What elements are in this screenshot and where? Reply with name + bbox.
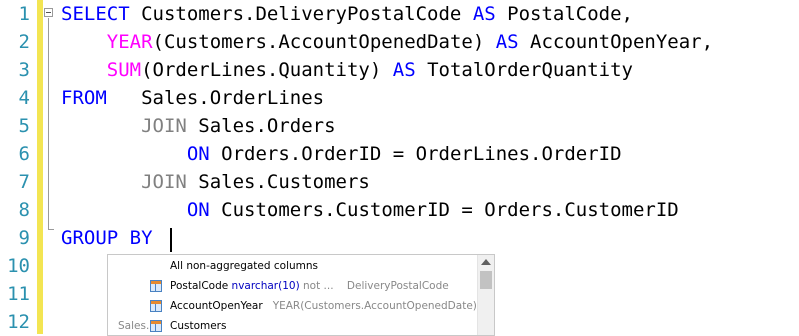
outline-guide: [48, 18, 49, 230]
scroll-thumb[interactable]: [480, 271, 492, 289]
intellisense-item-text: PostalCode nvarchar(10) not ... Delivery…: [170, 276, 449, 296]
code-token: FROM: [61, 87, 142, 109]
line-number: 12: [7, 311, 30, 333]
code-token: AccountOpenYear,: [530, 31, 714, 53]
code-line[interactable]: JOIN Sales.Orders: [61, 112, 336, 140]
item-description: YEAR(Customers.AccountOpenedDate): [272, 300, 477, 312]
intellisense-item-postalcode[interactable]: PostalCode nvarchar(10) not ... Delivery…: [108, 276, 476, 296]
code-token: Sales.Orders: [198, 115, 336, 137]
collapse-region-icon[interactable]: [44, 8, 53, 17]
change-tracking-bar: [37, 0, 43, 334]
code-token: JOIN: [141, 115, 199, 137]
code-line[interactable]: YEAR(Customers.AccountOpenedDate) AS Acc…: [61, 28, 713, 56]
line-number: 7: [18, 171, 30, 193]
code-token: Sales.Customers: [198, 171, 370, 193]
code-token: SELECT: [61, 3, 142, 25]
code-token: AS: [495, 31, 531, 53]
line-number: 3: [18, 59, 30, 81]
sql-editor[interactable]: 1 2 3 4 5 6 7 8 9 10 11 12 SELECT Customers.Deliver…: [0, 0, 799, 336]
intellisense-header[interactable]: All non-aggregated columns: [108, 256, 476, 276]
line-number: 5: [18, 115, 30, 137]
code-line[interactable]: FROM Sales.OrderLines: [61, 84, 324, 112]
line-number: 9: [18, 227, 30, 249]
code-token: ON: [186, 199, 222, 221]
code-token: Customers.CustomerID = Orders.CustomerID: [221, 199, 679, 221]
code-token: YEAR: [106, 31, 153, 53]
intellisense-popup[interactable]: All non-aggregated columns PostalCode nv…: [107, 254, 495, 336]
code-token: Orders.OrderID = OrderLines.OrderID: [221, 143, 622, 165]
code-token: PostalCode,: [507, 3, 633, 25]
column-icon: [150, 300, 162, 312]
popup-scrollbar[interactable]: [477, 255, 494, 335]
item-description: DeliveryPostalCode: [346, 280, 449, 292]
item-name: AccountOpenYear: [170, 300, 263, 312]
code-token: SUM: [106, 59, 142, 81]
line-number: 4: [18, 87, 30, 109]
outline-guide-end: [48, 229, 54, 230]
code-line[interactable]: SELECT Customers.DeliveryPostalCode AS P…: [61, 0, 633, 28]
code-token: (Customers.AccountOpenedDate): [152, 31, 496, 53]
code-token: AS: [472, 3, 508, 25]
code-line[interactable]: ON Orders.OrderID = OrderLines.OrderID: [61, 140, 622, 168]
code-token: ON: [186, 143, 222, 165]
code-token: Customers.DeliveryPostalCode: [141, 3, 473, 25]
code-token: Sales.OrderLines: [141, 87, 325, 109]
code-token: JOIN: [141, 171, 199, 193]
code-line[interactable]: JOIN Sales.Customers: [61, 168, 370, 196]
line-number: 11: [7, 283, 30, 305]
line-number-gutter: 1 2 3 4 5 6 7 8 9 10 11 12: [0, 0, 36, 334]
intellisense-item-text: AccountOpenYear YEAR(Customers.AccountOp…: [170, 296, 477, 316]
code-line[interactable]: SUM(OrderLines.Quantity) AS TotalOrderQu…: [61, 56, 633, 84]
column-icon: [150, 280, 162, 292]
text-cursor: [170, 228, 172, 252]
intellisense-header-label: All non-aggregated columns: [170, 260, 318, 272]
item-schema-prefix: Sales.: [118, 320, 150, 332]
item-name: PostalCode: [170, 280, 229, 292]
code-line[interactable]: GROUP BY: [61, 224, 164, 252]
line-number: 6: [18, 143, 30, 165]
line-number: 2: [18, 31, 30, 53]
code-line[interactable]: ON Customers.CustomerID = Orders.Custome…: [61, 196, 679, 224]
line-number: 1: [18, 3, 30, 25]
code-token: GROUP BY: [61, 227, 164, 249]
code-token: (OrderLines.Quantity): [141, 59, 393, 81]
intellisense-item-accountopenyear[interactable]: AccountOpenYear YEAR(Customers.AccountOp…: [108, 296, 477, 316]
intellisense-item-customers[interactable]: Sales. Customers: [108, 316, 476, 335]
item-type: nvarchar(10): [231, 280, 300, 292]
item-nullability: not ...: [303, 280, 334, 292]
line-number: 8: [18, 199, 30, 221]
line-number: 10: [7, 255, 30, 277]
code-token: AS: [392, 59, 428, 81]
code-token: TotalOrderQuantity: [427, 59, 633, 81]
item-name: Customers: [170, 320, 227, 332]
table-icon: [150, 320, 162, 332]
scroll-up-arrow-icon[interactable]: [481, 259, 491, 265]
